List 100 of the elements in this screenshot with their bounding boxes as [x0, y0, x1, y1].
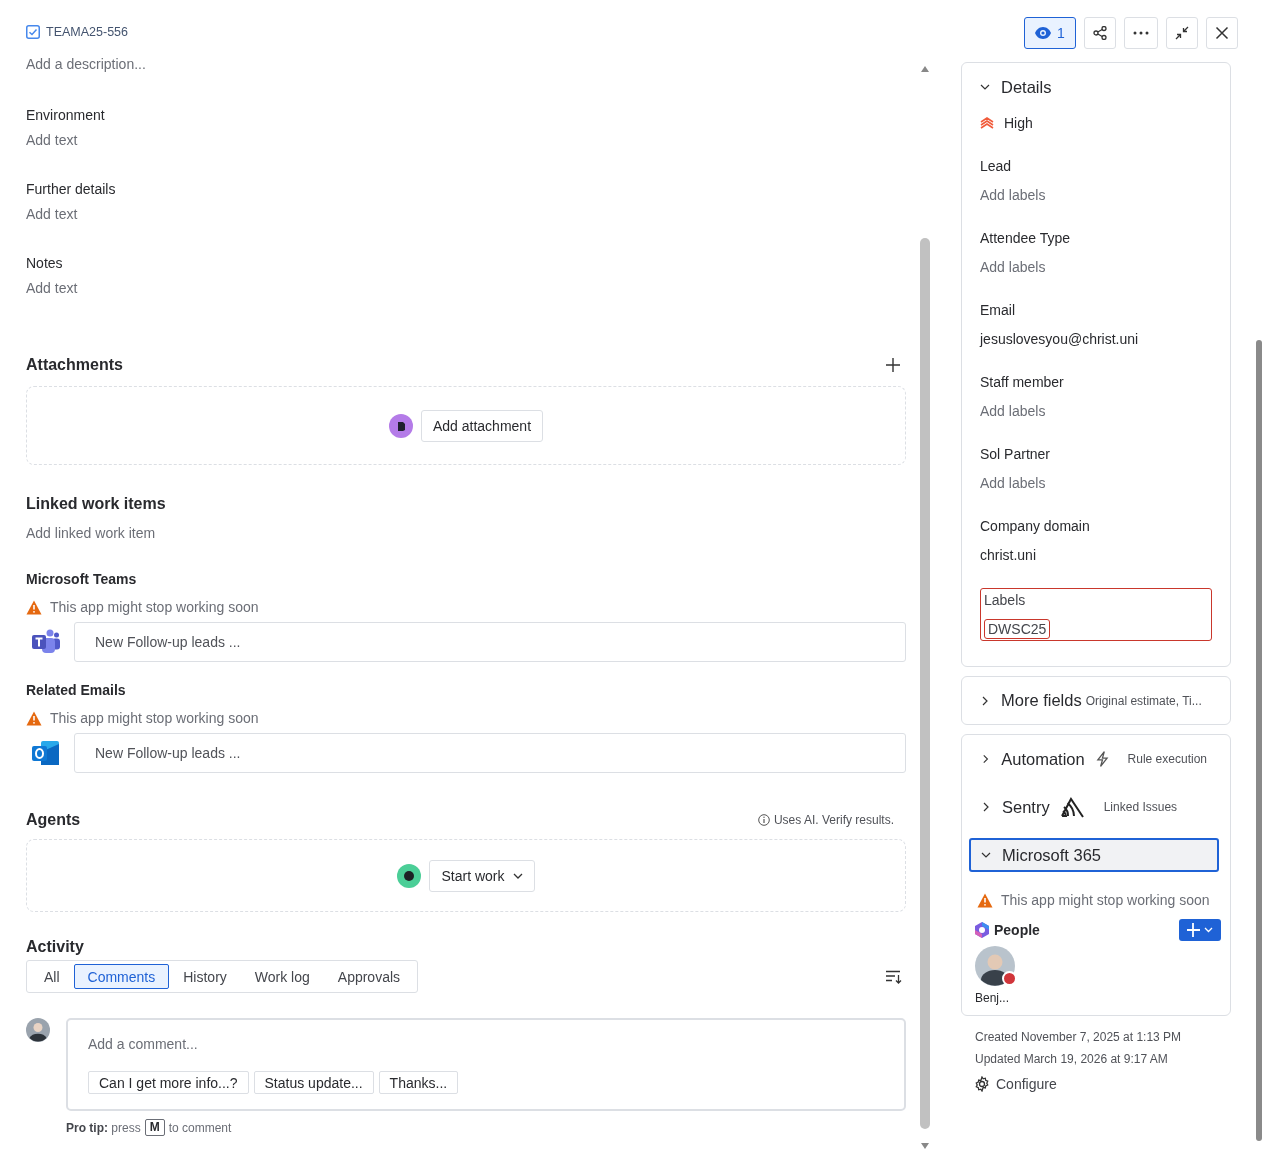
integration-summary: Linked Issues — [1103, 800, 1178, 814]
scrollbar-thumb[interactable] — [920, 238, 930, 1129]
agent-icon — [397, 863, 422, 888]
task-icon — [26, 25, 40, 39]
chevron-icon — [981, 754, 991, 764]
activity-tab[interactable]: History — [169, 964, 241, 989]
section-heading: Linked work items — [26, 494, 167, 514]
integration-header[interactable]: Automation Rule execution — [969, 742, 1219, 776]
suggestion-chip[interactable]: Can I get more info...? — [88, 1071, 249, 1094]
chevron-icon — [980, 82, 990, 92]
person-avatar[interactable] — [975, 946, 1015, 986]
scroll-down-icon[interactable] — [921, 1143, 929, 1149]
teams-logo-icon — [32, 629, 60, 655]
field-label: Labels — [984, 591, 1027, 610]
field-placeholder[interactable]: Add text — [26, 130, 906, 150]
more-fields-card[interactable]: More fields Original estimate, Ti... — [961, 676, 1231, 725]
pro-tip-text: to comment — [168, 1120, 232, 1135]
section-heading: Agents — [26, 810, 81, 830]
close-icon — [1215, 26, 1229, 40]
section-heading: Attachments — [26, 355, 123, 375]
add-person-button[interactable] — [1179, 919, 1221, 941]
chevron-icon — [980, 695, 990, 706]
field-label: Further details — [26, 180, 117, 199]
more-fields-summary: Original estimate, Ti... — [1085, 693, 1202, 708]
integration-header[interactable]: Sentry Linked Issues — [969, 790, 1219, 824]
lightning-icon — [1095, 750, 1109, 768]
minimize-button[interactable] — [1166, 17, 1198, 49]
app-heading: Microsoft Teams — [26, 570, 138, 589]
linked-placeholder[interactable]: Add linked work item — [26, 523, 906, 543]
comment-placeholder: Add a comment... — [88, 1035, 199, 1054]
field-label: Notes — [26, 254, 64, 273]
field-placeholder[interactable]: Add text — [26, 278, 906, 298]
field-placeholder[interactable]: Add labels — [980, 185, 1212, 205]
issue-key[interactable]: TEAMA25-556 — [46, 25, 128, 39]
chevron-icon — [981, 802, 991, 812]
warning-text: This app might stop working soon — [1001, 891, 1210, 910]
start-work-button[interactable]: Start work — [429, 859, 535, 892]
warning-text: This app might stop working soon — [50, 709, 259, 728]
info-icon — [757, 814, 770, 826]
warning-icon — [977, 892, 993, 908]
sentry-logo-icon — [1060, 796, 1085, 818]
settings-icon — [974, 1076, 990, 1092]
label-tag[interactable]: DWSC25 — [984, 619, 1051, 639]
field-value[interactable]: jesuslovesyou@christ.uni — [980, 329, 1212, 349]
more-icon — [1133, 31, 1149, 35]
field-label: Staff member — [980, 373, 1065, 392]
user-avatar — [26, 1018, 50, 1042]
warning-icon — [26, 599, 42, 615]
priority-value[interactable]: High — [1004, 113, 1033, 133]
section-heading: Activity — [26, 937, 85, 957]
microsoft-365-logo-icon — [974, 922, 990, 938]
app-heading: Related Emails — [26, 681, 127, 700]
field-label: Environment — [26, 106, 106, 125]
integration-header[interactable]: Microsoft 365 — [969, 838, 1219, 872]
description-placeholder[interactable]: Add a description... — [26, 54, 906, 74]
warning-text: This app might stop working soon — [50, 598, 259, 617]
field-label: Lead — [980, 157, 1013, 176]
add-icon[interactable] — [886, 358, 900, 372]
sort-icon[interactable] — [886, 969, 902, 984]
scrollbar-thumb[interactable] — [1256, 340, 1262, 1141]
attachment-dropzone[interactable]: Add attachment — [26, 386, 906, 465]
field-label: Attendee Type — [980, 229, 1072, 248]
ai-note: Uses AI. Verify results. — [773, 813, 894, 827]
add-attachment-button[interactable]: Add attachment — [420, 409, 544, 442]
activity-tab[interactable]: Approvals — [323, 964, 415, 989]
activity-tab[interactable]: Comments — [73, 964, 170, 989]
field-value[interactable]: christ.uni — [980, 545, 1212, 565]
priority-high-icon — [980, 117, 994, 129]
share-icon — [1093, 26, 1107, 40]
app-field[interactable]: New Follow-up leads ... — [74, 733, 906, 773]
activity-tab[interactable]: Work log — [240, 964, 324, 989]
configure-button[interactable]: Configure — [974, 1076, 1057, 1092]
field-placeholder[interactable]: Add labels — [980, 257, 1212, 277]
keyboard-key: M — [144, 1119, 165, 1136]
chevron-icon — [981, 850, 991, 860]
pro-tip-text: Pro tip: press — [66, 1120, 141, 1135]
details-header[interactable]: Details — [980, 63, 1212, 111]
scroll-up-icon[interactable] — [921, 66, 929, 72]
suggestion-chip[interactable]: Thanks... — [378, 1071, 459, 1094]
suggestion-chip[interactable]: Status update... — [253, 1071, 374, 1094]
chevron-down-icon — [512, 872, 523, 879]
field-placeholder[interactable]: Add labels — [980, 401, 1212, 421]
plus-caret-icon — [1187, 923, 1213, 937]
comment-box[interactable]: Add a comment... Can I get more info...? Status update... Thanks... — [66, 1018, 906, 1111]
activity-tab[interactable]: All — [30, 964, 74, 989]
watch-button[interactable]: 1 — [1024, 17, 1076, 49]
minimize-icon — [1175, 26, 1189, 40]
field-placeholder[interactable]: Add labels — [980, 473, 1212, 493]
close-button[interactable] — [1206, 17, 1238, 49]
field-label: Company domain — [980, 517, 1091, 536]
field-placeholder[interactable]: Add text — [26, 204, 906, 224]
outlook-logo-icon — [32, 740, 60, 766]
app-field[interactable]: New Follow-up leads ... — [74, 622, 906, 662]
attachment-icon — [388, 413, 413, 438]
eye-icon — [1035, 27, 1052, 39]
created-date: Created November 7, 2025 at 1:13 PM — [975, 1029, 1183, 1046]
share-button[interactable] — [1084, 17, 1116, 49]
warning-icon — [26, 710, 42, 726]
integration-summary: Rule execution — [1127, 752, 1207, 766]
field-label: Sol Partner — [980, 445, 1052, 464]
